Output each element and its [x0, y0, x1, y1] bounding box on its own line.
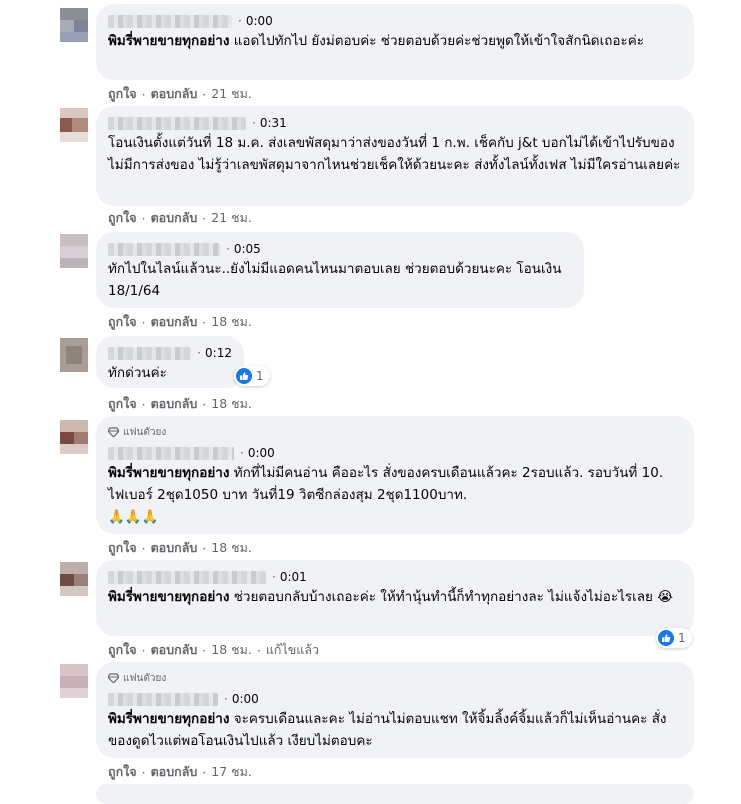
- comment-bubble: · 0:12 ทักด่วนค่ะ: [96, 336, 244, 388]
- like-button[interactable]: ถูกใจ: [108, 394, 137, 414]
- comment-actions: ถูกใจ · ตอบกลับ · 17 ชม.: [108, 762, 252, 782]
- avatar[interactable]: [60, 8, 88, 42]
- comment-age[interactable]: 18 ชม.: [211, 640, 252, 660]
- comment-actions: ถูกใจ · ตอบกลับ · 18 ชม.: [108, 394, 252, 414]
- diamond-icon: [108, 427, 119, 437]
- video-timestamp[interactable]: 0:00: [232, 692, 259, 706]
- comment-age[interactable]: 18 ชม.: [211, 538, 252, 558]
- comment-age[interactable]: 21 ชม.: [211, 208, 252, 228]
- reply-button[interactable]: ตอบกลับ: [151, 640, 198, 660]
- comment-bubble: · 0:31 โอนเงินตั้งแต่วันที่ 18 ม.ค. ส่งเ…: [96, 106, 694, 206]
- comment-age[interactable]: 18 ชม.: [211, 394, 252, 414]
- author-name-blurred[interactable]: [108, 692, 218, 706]
- reply-button[interactable]: ตอบกลับ: [151, 312, 198, 332]
- like-button[interactable]: ถูกใจ: [108, 208, 137, 228]
- like-reaction-icon: [658, 630, 674, 646]
- comment-bubble: แฟนตัวยง · 0:00 พิมรี่พายขายทุกอย่าง ทัก…: [96, 416, 694, 534]
- like-button[interactable]: ถูกใจ: [108, 762, 137, 782]
- avatar[interactable]: [60, 664, 88, 698]
- video-timestamp[interactable]: 0:05: [234, 242, 261, 256]
- fan-badge[interactable]: แฟนตัวยง: [108, 424, 682, 440]
- comment-age[interactable]: 21 ชม.: [211, 84, 252, 104]
- comment-bubble: แฟนตัวยง · 0:00 พิมรี่พายขายทุกอย่าง จะค…: [96, 662, 694, 758]
- author-name-blurred[interactable]: [108, 346, 192, 360]
- comment-text: พิมรี่พายขายทุกอย่าง ทักที่ไม่มีคนอ่าน ค…: [108, 465, 664, 525]
- fan-badge[interactable]: แฟนตัวยง: [108, 670, 682, 686]
- author-name-blurred[interactable]: [108, 14, 232, 28]
- like-button[interactable]: ถูกใจ: [108, 640, 137, 660]
- reply-button[interactable]: ตอบกลับ: [151, 84, 198, 104]
- video-timestamp[interactable]: 0:12: [205, 346, 232, 360]
- author-name-blurred[interactable]: [108, 446, 234, 460]
- comment-actions: ถูกใจ · ตอบกลับ · 18 ชม.: [108, 538, 252, 558]
- comment-bubble: · 0:01 พิมรี่พายขายทุกอย่าง ช่วยตอบกลับบ…: [96, 560, 694, 636]
- comment-age[interactable]: 18 ชม.: [211, 312, 252, 332]
- crying-emoji: 😭: [657, 589, 674, 605]
- video-timestamp[interactable]: 0:01: [280, 570, 307, 584]
- avatar[interactable]: [60, 234, 88, 268]
- comment-text: ทักไปในไลน์แล้วนะ..ยังไม่มีแอดคนไหนมาตอบ…: [108, 261, 562, 299]
- next-comment-bubble-partial: [96, 784, 694, 804]
- comment-age[interactable]: 17 ชม.: [211, 762, 252, 782]
- avatar[interactable]: [60, 420, 88, 454]
- reaction-count[interactable]: 1: [656, 628, 692, 648]
- tagged-page[interactable]: พิมรี่พายขายทุกอย่าง: [108, 465, 229, 481]
- reply-button[interactable]: ตอบกลับ: [151, 208, 198, 228]
- comment-text: พิมรี่พายขายทุกอย่าง ช่วยตอบกลับบ้างเถอะ…: [108, 589, 674, 605]
- like-button[interactable]: ถูกใจ: [108, 312, 137, 332]
- tagged-page[interactable]: พิมรี่พายขายทุกอย่าง: [108, 33, 229, 49]
- reply-button[interactable]: ตอบกลับ: [151, 394, 198, 414]
- video-timestamp[interactable]: 0:31: [260, 116, 287, 130]
- comment-text: โอนเงินตั้งแต่วันที่ 18 ม.ค. ส่งเลขพัสดุ…: [108, 135, 681, 173]
- pray-emoji: 🙏🙏🙏: [108, 509, 159, 525]
- author-name-blurred[interactable]: [108, 242, 220, 256]
- reply-button[interactable]: ตอบกลับ: [151, 538, 198, 558]
- reply-button[interactable]: ตอบกลับ: [151, 762, 198, 782]
- comment-bubble: · 0:00 พิมรี่พายขายทุกอย่าง แอดไปทักไป ย…: [96, 4, 694, 80]
- comment-text: ทักด่วนค่ะ: [108, 365, 167, 381]
- tagged-page[interactable]: พิมรี่พายขายทุกอย่าง: [108, 711, 229, 727]
- tagged-page[interactable]: พิมรี่พายขายทุกอย่าง: [108, 589, 229, 605]
- edited-label[interactable]: แก้ไขแล้ว: [266, 640, 319, 660]
- avatar[interactable]: [60, 562, 88, 596]
- reaction-count[interactable]: 1: [234, 366, 270, 386]
- like-button[interactable]: ถูกใจ: [108, 538, 137, 558]
- like-reaction-icon: [236, 368, 252, 384]
- comment-text: พิมรี่พายขายทุกอย่าง จะครบเดือนและคะ ไม่…: [108, 711, 667, 749]
- video-timestamp[interactable]: 0:00: [246, 14, 273, 28]
- avatar[interactable]: [60, 108, 88, 142]
- avatar[interactable]: [60, 338, 88, 372]
- diamond-icon: [108, 673, 119, 683]
- comment-actions: ถูกใจ · ตอบกลับ · 21 ชม.: [108, 84, 252, 104]
- author-name-blurred[interactable]: [108, 570, 266, 584]
- comment-actions: ถูกใจ · ตอบกลับ · 21 ชม.: [108, 208, 252, 228]
- video-timestamp[interactable]: 0:00: [248, 446, 275, 460]
- author-name-blurred[interactable]: [108, 116, 246, 130]
- comment-actions: ถูกใจ · ตอบกลับ · 18 ชม. · แก้ไขแล้ว: [108, 640, 319, 660]
- comment-bubble: · 0:05 ทักไปในไลน์แล้วนะ..ยังไม่มีแอดคนไ…: [96, 232, 584, 308]
- comment-text: พิมรี่พายขายทุกอย่าง แอดไปทักไป ยังม่ตอบ…: [108, 33, 645, 49]
- comment-actions: ถูกใจ · ตอบกลับ · 18 ชม.: [108, 312, 252, 332]
- like-button[interactable]: ถูกใจ: [108, 84, 137, 104]
